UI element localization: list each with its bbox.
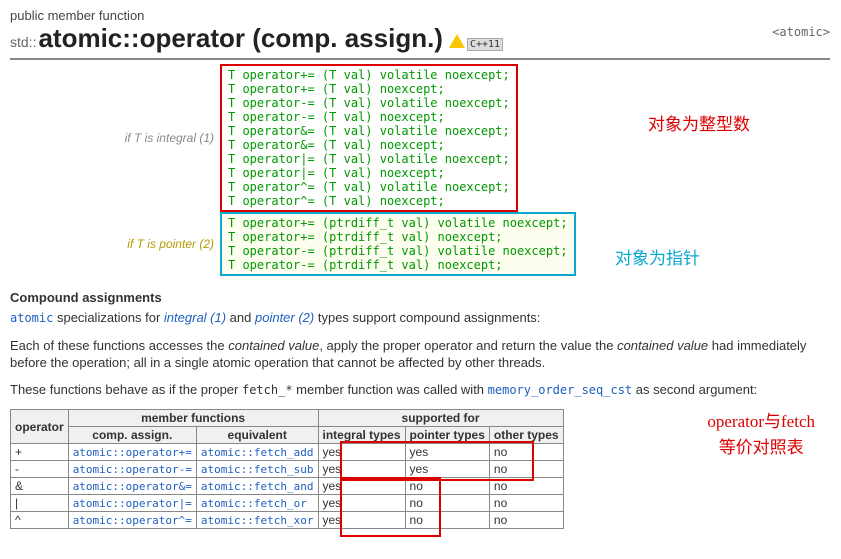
title-bar: std:: atomic::operator (comp. assign.) C… — [10, 23, 830, 60]
cell-integral: yes — [318, 444, 405, 461]
cell-other: no — [489, 478, 563, 495]
cell-other: no — [489, 495, 563, 512]
header-tag: <atomic> — [772, 25, 830, 39]
annotation-table: operator与fetch 等价对照表 — [707, 409, 815, 461]
cell-equivalent[interactable]: atomic::fetch_sub — [196, 461, 318, 478]
cell-equivalent[interactable]: atomic::fetch_or — [196, 495, 318, 512]
cell-comp-assign[interactable]: atomic::operator+= — [68, 444, 196, 461]
cell-op: - — [11, 461, 69, 478]
cell-equivalent[interactable]: atomic::fetch_and — [196, 478, 318, 495]
cell-pointer: no — [405, 495, 489, 512]
cell-integral: yes — [318, 461, 405, 478]
cell-pointer: no — [405, 478, 489, 495]
cell-comp-assign[interactable]: atomic::operator|= — [68, 495, 196, 512]
page-title: atomic::operator (comp. assign.) — [38, 23, 443, 54]
cell-pointer: no — [405, 512, 489, 529]
operator-table: operator member functions supported for … — [10, 409, 564, 529]
cell-other: no — [489, 461, 563, 478]
warning-icon — [449, 34, 465, 48]
code-atomic[interactable]: atomic — [10, 311, 53, 325]
cell-integral: yes — [318, 495, 405, 512]
cell-integral: yes — [318, 478, 405, 495]
th-other: other types — [489, 427, 563, 444]
section-heading: Compound assignments — [10, 290, 830, 305]
th-equivalent: equivalent — [196, 427, 318, 444]
th-member-functions: member functions — [68, 410, 318, 427]
th-integral: integral types — [318, 427, 405, 444]
cell-equivalent[interactable]: atomic::fetch_xor — [196, 512, 318, 529]
label-pointer: if T is pointer (2) — [10, 212, 220, 276]
cell-pointer: yes — [405, 461, 489, 478]
th-supported-for: supported for — [318, 410, 563, 427]
cell-comp-assign[interactable]: atomic::operator&= — [68, 478, 196, 495]
cell-comp-assign[interactable]: atomic::operator^= — [68, 512, 196, 529]
cell-op: | — [11, 495, 69, 512]
cell-op: ^ — [11, 512, 69, 529]
cpp11-badge: C++11 — [467, 38, 503, 51]
cell-other: no — [489, 512, 563, 529]
cell-pointer: yes — [405, 444, 489, 461]
annotation-pointer: 对象为指针 — [615, 244, 700, 269]
codebox-pointer: T operator+= (ptrdiff_t val) volatile no… — [220, 212, 576, 276]
th-operator: operator — [11, 410, 69, 444]
table-row: |atomic::operator|=atomic::fetch_oryesno… — [11, 495, 564, 512]
cell-comp-assign[interactable]: atomic::operator-= — [68, 461, 196, 478]
table-row: -atomic::operator-=atomic::fetch_subyesy… — [11, 461, 564, 478]
label-integral: if T is integral (1) — [10, 64, 220, 212]
para-2: Each of these functions accesses the con… — [10, 337, 830, 371]
cell-other: no — [489, 444, 563, 461]
th-comp-assign: comp. assign. — [68, 427, 196, 444]
link-integral[interactable]: integral (1) — [164, 310, 226, 325]
table-row: &atomic::operator&=atomic::fetch_andyesn… — [11, 478, 564, 495]
link-seq-cst[interactable]: memory_order_seq_cst — [488, 383, 633, 397]
annotation-integral: 对象为整型数 — [648, 110, 750, 135]
table-row: ^atomic::operator^=atomic::fetch_xoryesn… — [11, 512, 564, 529]
table-wrap: operator member functions supported for … — [10, 409, 830, 529]
para-3: These functions behave as if the proper … — [10, 381, 830, 399]
codebox-integral: T operator+= (T val) volatile noexcept; … — [220, 64, 518, 212]
th-pointer: pointer types — [405, 427, 489, 444]
table-row: +atomic::operator+=atomic::fetch_addyesy… — [11, 444, 564, 461]
cell-integral: yes — [318, 512, 405, 529]
cell-op: & — [11, 478, 69, 495]
link-pointer[interactable]: pointer (2) — [255, 310, 314, 325]
cell-equivalent[interactable]: atomic::fetch_add — [196, 444, 318, 461]
signature-block: if T is integral (1) T operator+= (T val… — [10, 64, 830, 276]
kicker: public member function — [10, 8, 830, 23]
para-1: atomic specializations for integral (1) … — [10, 309, 830, 327]
namespace-label: std:: — [10, 34, 36, 50]
cell-op: + — [11, 444, 69, 461]
